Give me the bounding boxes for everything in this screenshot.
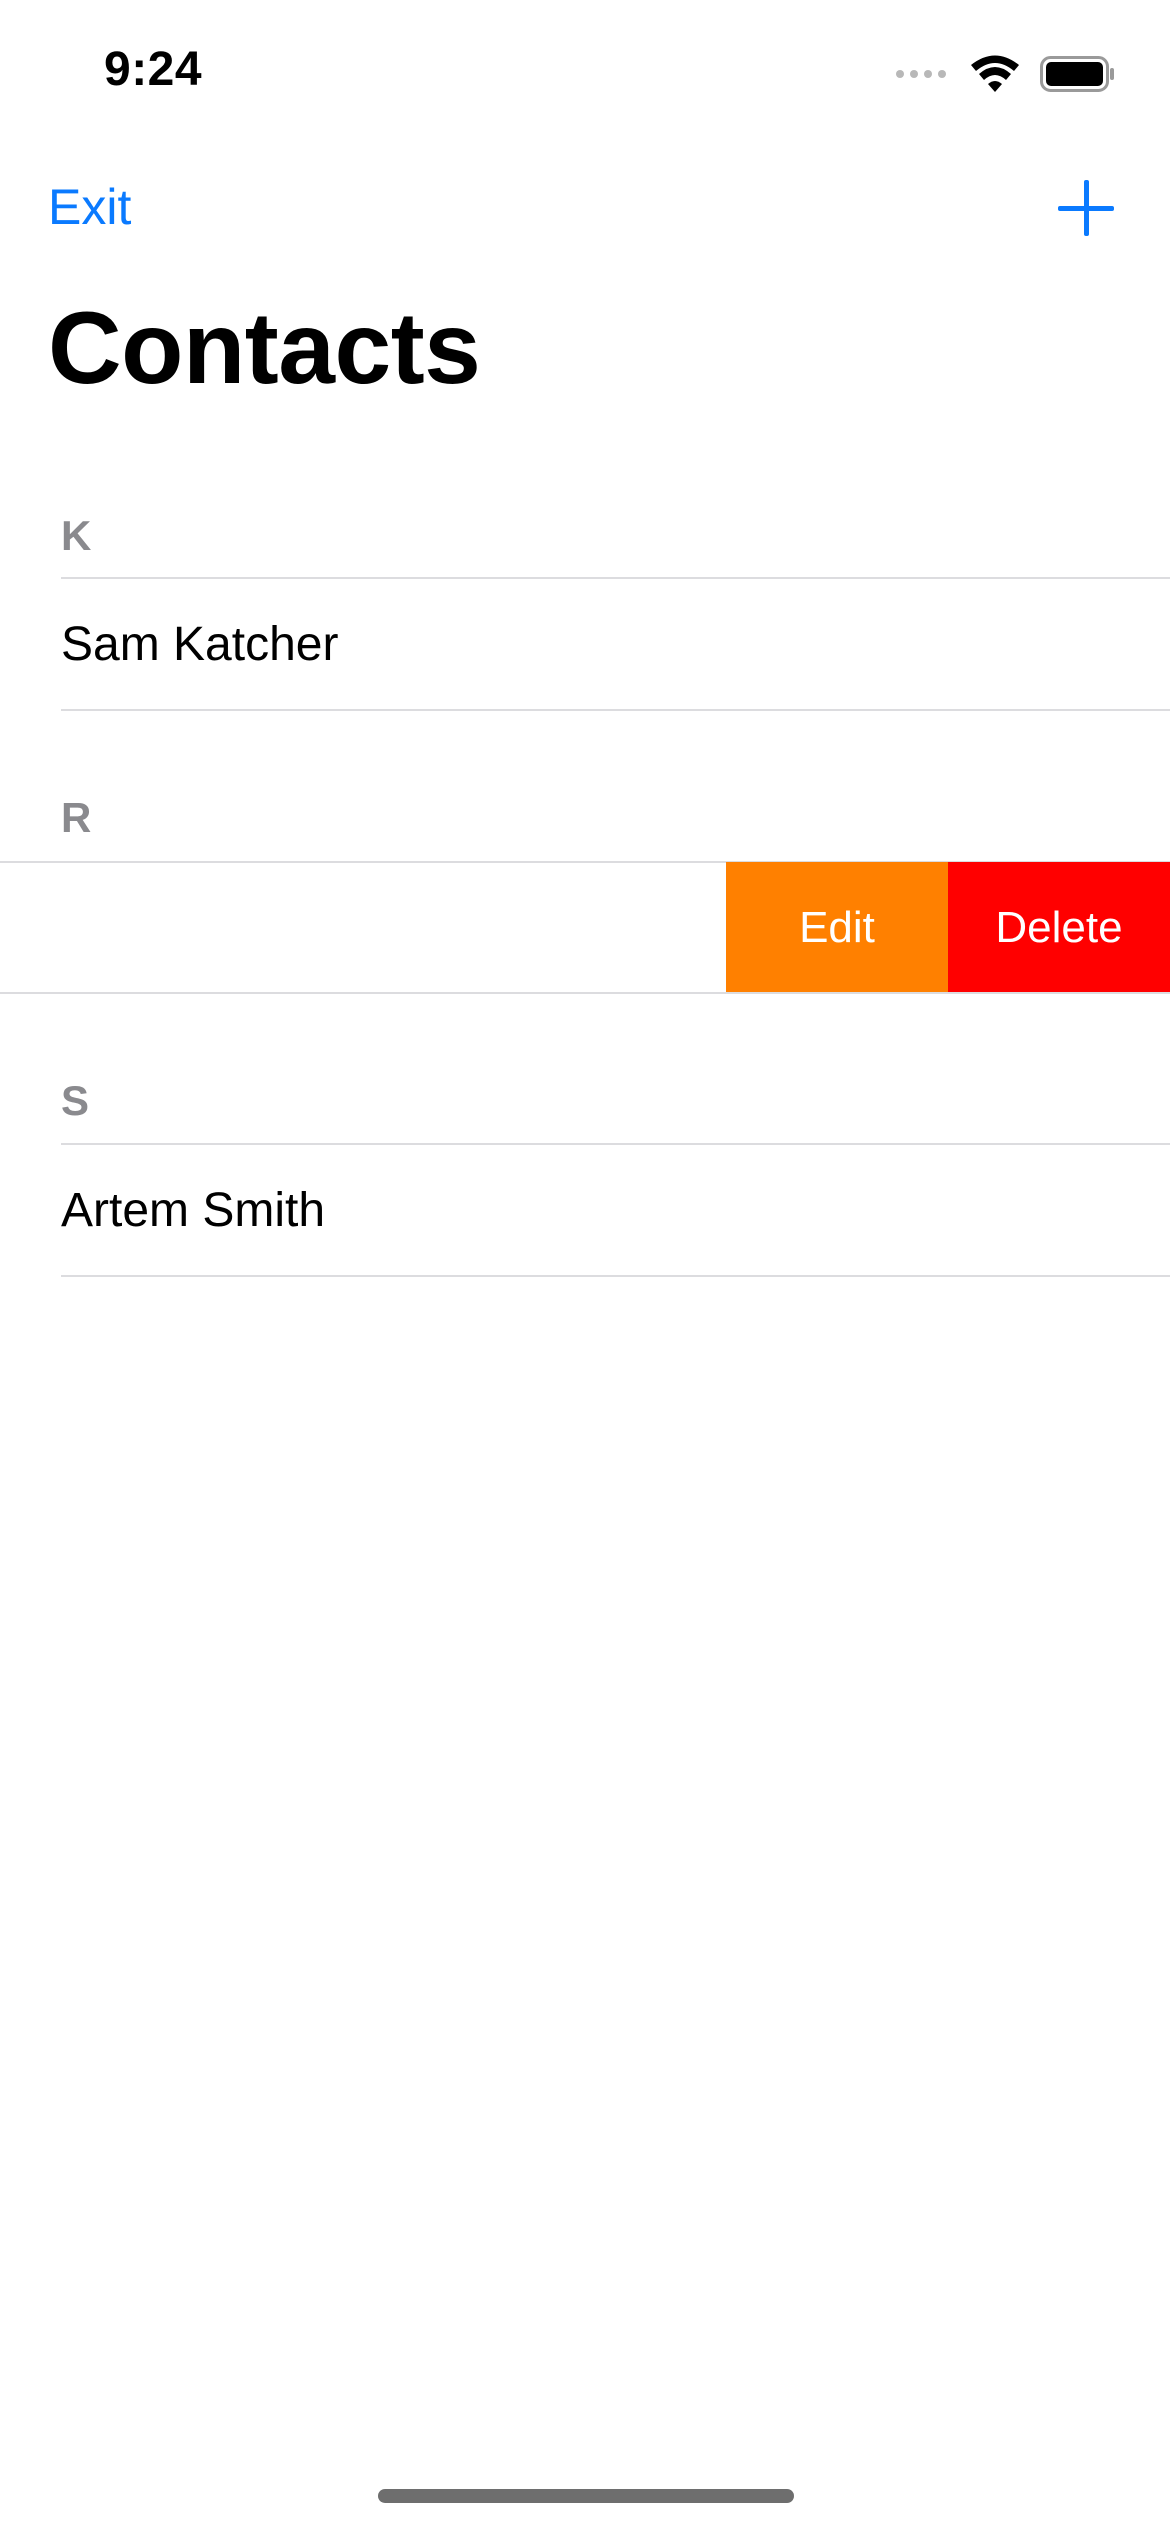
section-header-k: K [61, 512, 92, 559]
edit-button[interactable]: Edit [726, 862, 948, 993]
list-item[interactable]: Artem Smith [61, 1183, 325, 1238]
separator [61, 1143, 1170, 1145]
page-title: Contacts [48, 291, 481, 405]
swipe-actions: Edit Delete [726, 862, 1170, 993]
status-icons [896, 50, 1116, 98]
separator [61, 709, 1170, 711]
separator [61, 1275, 1170, 1277]
signal-icon [896, 70, 946, 78]
exit-button[interactable]: Exit [48, 178, 131, 236]
list-item[interactable]: Sam Katcher [61, 617, 338, 672]
wifi-icon [970, 54, 1020, 94]
delete-button[interactable]: Delete [948, 862, 1170, 993]
home-indicator[interactable] [378, 2489, 794, 2503]
status-time: 9:24 [104, 43, 203, 96]
separator [0, 992, 1170, 994]
separator [61, 577, 1170, 579]
section-header-r: R [61, 794, 92, 841]
add-contact-button[interactable] [1058, 180, 1114, 236]
battery-icon [1040, 56, 1116, 92]
section-header-s: S [61, 1077, 90, 1124]
